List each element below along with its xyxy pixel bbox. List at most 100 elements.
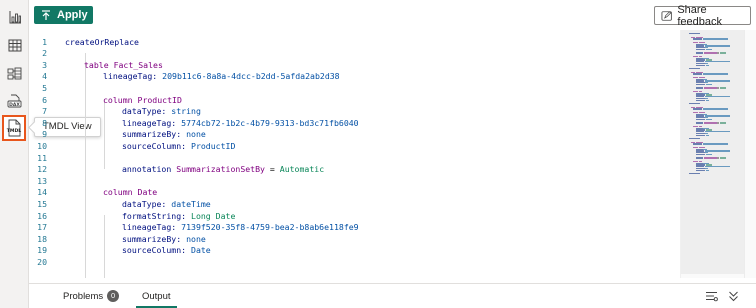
code-line: 18 summarizeBy: none	[29, 234, 680, 246]
code-token: column	[103, 94, 138, 105]
code-line: 11	[29, 153, 680, 165]
minimap-code-line	[695, 83, 706, 86]
line-number: 20	[37, 256, 47, 267]
line-number: 5	[42, 82, 47, 93]
minimap-slider[interactable]	[681, 30, 744, 274]
apply-button[interactable]: Apply	[34, 6, 93, 24]
code-text: lineageTag: 5774cb72-1b2c-4b79-9313-bd3c…	[122, 118, 359, 130]
code-editor[interactable]: 1 createOrReplace 2 3 table Fact_Sales 4 linea…	[29, 30, 680, 278]
minimap-code-line	[717, 122, 720, 124]
bar-chart-icon	[9, 10, 21, 23]
minimap-code-line	[702, 143, 728, 145]
table-grid-icon	[8, 39, 21, 52]
top-toolbar: Apply Share feedback	[29, 0, 756, 30]
collapse-panel-icon[interactable]	[726, 289, 740, 303]
minimap-code-line	[720, 122, 727, 124]
code-line: 20	[29, 257, 680, 269]
tab-problems[interactable]: Problems 0	[63, 284, 120, 308]
code-line: 14 column Date	[29, 187, 680, 199]
model-diagram-icon	[7, 67, 22, 80]
code-token: 209b11c6-8a8a-4dcc-b2dd-5afda2ab2d38	[162, 71, 340, 82]
minimap-code-line	[695, 122, 704, 124]
apply-label: Apply	[57, 9, 88, 21]
code-line: 13	[29, 176, 680, 188]
code-text: createOrReplace	[65, 37, 139, 49]
code-token: SummarizationSetBy	[176, 164, 265, 175]
line-number: 7	[42, 106, 47, 117]
line-number: 4	[42, 71, 47, 82]
minimap-code-line	[717, 157, 720, 159]
code-text: lineageTag: 209b11c6-8a8a-4dcc-b2dd-5afd…	[103, 71, 340, 83]
line-number: 16	[37, 210, 47, 221]
minimap-code-line	[693, 38, 702, 40]
code-token: Automatic	[279, 164, 325, 175]
tmdl-document-icon: TMDL	[7, 119, 21, 137]
code-line: 10 sourceColumn: ProductID	[29, 141, 680, 153]
tmdl-view-button[interactable]: TMDL	[2, 115, 26, 141]
code-text: lineageTag: 7139f520-35f8-4759-bea2-b8ab…	[122, 222, 359, 234]
line-number: 8	[42, 117, 47, 128]
line-number: 18	[37, 233, 47, 244]
code-token: lineageTag:	[122, 222, 182, 233]
minimap-code-line	[706, 134, 709, 136]
bottom-panel: Problems 0 Output	[29, 283, 756, 308]
minimap-code-line	[706, 153, 713, 156]
minimap-code-line	[689, 103, 700, 105]
code-token: ProductID	[191, 140, 236, 151]
dax-query-view-button[interactable]: DAX	[3, 90, 26, 113]
code-text: summarizeBy: none	[122, 234, 206, 246]
report-view-button[interactable]	[3, 5, 26, 28]
code-text: dataType: string	[122, 106, 201, 118]
minimap-code-line	[689, 138, 700, 140]
minimap-code-line	[706, 169, 709, 171]
code-token: sourceColumn:	[122, 245, 192, 256]
minimap-code-line	[717, 87, 720, 89]
code-token: table	[84, 59, 114, 70]
vertical-scrollbar[interactable]	[744, 30, 756, 278]
code-line: 5	[29, 83, 680, 95]
view-rail: DAX TMDL	[0, 0, 29, 308]
line-number: 9	[42, 129, 47, 140]
editor-minimap[interactable]	[680, 30, 756, 278]
code-line: 3 table Fact_Sales	[29, 60, 680, 72]
line-number: 19	[37, 245, 47, 256]
share-feedback-button[interactable]: Share feedback	[654, 4, 751, 28]
code-token: Fact_Sales	[113, 59, 163, 70]
minimap-code-line	[693, 108, 702, 110]
code-token: column	[103, 187, 138, 198]
code-text: column ProductID	[103, 95, 182, 107]
code-token: Date	[191, 245, 211, 256]
code-line: 2	[29, 48, 680, 60]
code-token: createOrReplace	[65, 36, 139, 47]
minimap-code-line	[704, 45, 730, 47]
code-text: sourceColumn: ProductID	[122, 141, 235, 153]
minimap-code-line	[704, 157, 717, 159]
table-view-button[interactable]	[3, 34, 26, 57]
code-text: formatString: Long Date	[122, 211, 235, 223]
code-token: summarizeBy:	[122, 233, 187, 244]
filter-list-icon[interactable]	[704, 289, 718, 303]
tab-output[interactable]: Output	[136, 284, 176, 308]
model-view-button[interactable]	[3, 62, 26, 85]
line-number: 12	[37, 164, 47, 175]
code-line: 1 createOrReplace	[29, 37, 680, 49]
minimap-code-line	[706, 83, 713, 86]
code-line: 15 dataType: dateTime	[29, 199, 680, 211]
minimap-code-line	[695, 157, 704, 159]
minimap-code-line	[704, 131, 730, 133]
code-line: 16 formatString: Long Date	[29, 211, 680, 223]
code-text: dataType: dateTime	[122, 199, 211, 211]
minimap-code-line	[689, 68, 700, 70]
minimap-code-line	[704, 122, 717, 124]
line-number: 14	[37, 187, 47, 198]
code-line: 17 lineageTag: 7139f520-35f8-4759-bea2-b8…	[29, 222, 680, 234]
code-token: summarizeBy:	[122, 129, 187, 140]
minimap-code-line	[693, 73, 702, 75]
code-token: string	[171, 106, 201, 117]
minimap-code-line	[695, 48, 706, 51]
code-token: =	[264, 164, 280, 175]
line-number: 13	[37, 175, 47, 186]
code-token: formatString:	[122, 210, 192, 221]
minimap-code-line	[695, 153, 706, 156]
code-token: sourceColumn:	[122, 140, 192, 151]
